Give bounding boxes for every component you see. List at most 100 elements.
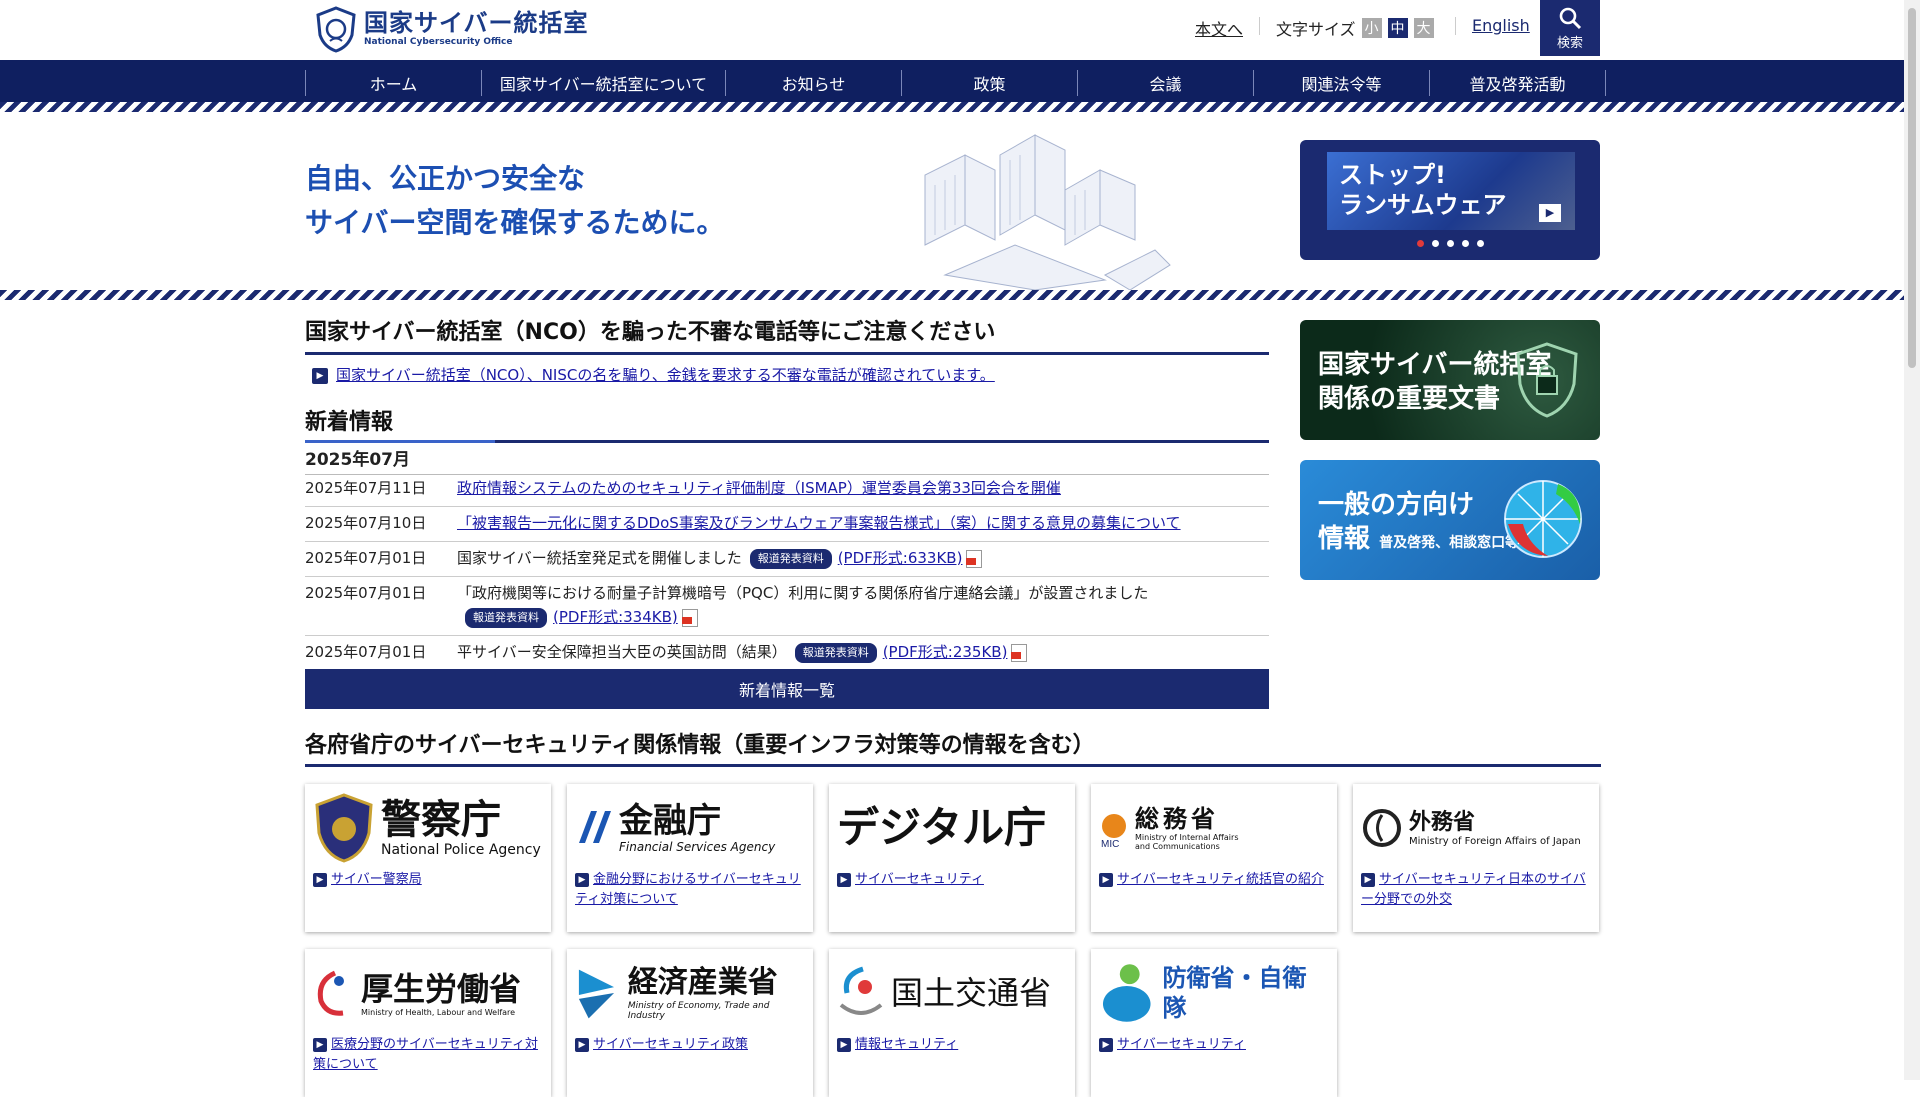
nav-home[interactable]: ホーム	[305, 70, 481, 96]
banner-slider[interactable]: ストップ! ランサムウェア ▶	[1300, 140, 1600, 260]
pdf-link[interactable]: (PDF形式:633KB)	[838, 549, 963, 567]
ministry-link[interactable]: ▶ サイバー警察局	[313, 870, 543, 890]
hero-line-2: サイバー空間を確保するために。	[305, 206, 725, 239]
pdf-icon	[966, 549, 983, 568]
ministry-card-meti[interactable]: 経済産業省 Ministry of Economy, Trade and Indu…	[567, 949, 813, 1097]
ministry-link-text[interactable]: サイバーセキュリティ	[855, 872, 984, 887]
ministry-link-text[interactable]: 情報セキュリティ	[855, 1037, 958, 1052]
ministry-link[interactable]: ▶ サイバーセキュリティ	[1099, 1035, 1329, 1055]
pdf-icon	[681, 608, 698, 627]
logo-en: Ministry of Internal Affairs and Communi…	[1135, 833, 1239, 851]
ministry-link[interactable]: ▶ 医療分野のサイバーセキュリティ対策について	[313, 1035, 543, 1075]
main-navigation: ホーム 国家サイバー統括室について お知らせ 政策 会議 関連法令等 普及啓発活…	[0, 60, 1904, 102]
ministry-link[interactable]: ▶ サイバーセキュリティ政策	[575, 1035, 805, 1055]
logo-ja: デジタル庁	[837, 803, 1047, 852]
search-button[interactable]: 検索	[1540, 0, 1600, 56]
hero-line-1: 自由、公正かつ安全な	[305, 162, 586, 195]
alert-link[interactable]: ▶ 国家サイバー統括室（NCO）、NISCの名を騙り、金銭を要求する不審な電話が確…	[312, 364, 995, 385]
globe-icon	[1504, 480, 1582, 558]
ministry-link-text[interactable]: サイバーセキュリティ日本のサイバー分野での外交	[1361, 872, 1586, 907]
fsa-logo-icon	[579, 811, 611, 843]
skip-to-content-link[interactable]: 本文へ	[1195, 16, 1243, 40]
nav-about[interactable]: 国家サイバー統括室について	[481, 70, 725, 96]
arrow-icon: ▶	[837, 872, 851, 887]
ministry-link[interactable]: ▶ 金融分野におけるサイバーセキュリティ対策について	[575, 870, 805, 910]
ministry-link[interactable]: ▶ サイバーセキュリティ	[837, 870, 1067, 890]
slider-dots	[1300, 240, 1600, 247]
ministry-card-fsa[interactable]: 金融庁 Financial Services Agency ▶ 金融分野におけるサイ…	[567, 784, 813, 932]
ministry-card-mofa[interactable]: 外務省 Ministry of Foreign Affairs of Japan …	[1353, 784, 1599, 932]
press-release-badge: 報道発表資料	[749, 548, 832, 569]
news-text: 平サイバー安全保障担当大臣の英国訪問（結果）	[457, 643, 787, 661]
slide-ransomware[interactable]: ストップ! ランサムウェア ▶	[1327, 152, 1575, 230]
arrow-icon: ▶	[313, 872, 327, 887]
arrow-icon: ▶	[313, 1037, 327, 1052]
ministry-card-mic[interactable]: MIC 総務省 Ministry of Internal Affairs and …	[1091, 784, 1337, 932]
news-link[interactable]: 政府情報システムのためのセキュリティ評価制度（ISMAP）運営委員会第33回会合…	[457, 479, 1061, 497]
nav-laws[interactable]: 関連法令等	[1253, 70, 1429, 96]
alert-link-text[interactable]: 国家サイバー統括室（NCO）、NISCの名を騙り、金銭を要求する不審な電話が確認…	[336, 366, 995, 384]
important-documents-banner[interactable]: 国家サイバー統括室 関係の重要文書	[1300, 320, 1600, 440]
logo-ja: 国家サイバー統括室	[364, 9, 589, 37]
slider-dot[interactable]	[1461, 240, 1469, 247]
arrow-icon: ▶	[575, 1037, 589, 1052]
arrow-icon: ▶	[312, 367, 328, 384]
news-link[interactable]: 「被害報告一元化に関するDDoS事案及びランサムウェア事案報告様式」（案）に関す…	[457, 514, 1181, 532]
play-icon[interactable]: ▶	[1539, 204, 1561, 222]
stripe-divider	[0, 102, 1904, 112]
page-scrollbar[interactable]	[1904, 0, 1920, 1080]
logo-en: Ministry of Health, Labour and Welfare	[361, 1007, 516, 1017]
ministry-card-police[interactable]: 警察庁 National Police Agency ▶ サイバー警察局	[305, 784, 551, 932]
mod-logo-icon	[1102, 964, 1151, 1022]
ministry-link-text[interactable]: サイバーセキュリティ政策	[593, 1037, 748, 1052]
nav-news[interactable]: お知らせ	[725, 70, 901, 96]
general-public-banner[interactable]: 一般の方向け 情報 普及啓発、相談窓口等	[1300, 460, 1600, 580]
mic-logo-icon: MIC	[1101, 814, 1126, 848]
news-text: 国家サイバー統括室発足式を開催しました	[457, 549, 742, 567]
site-logo[interactable]: 国家サイバー統括室 National Cybersecurity Office	[312, 5, 589, 53]
nav-awareness[interactable]: 普及啓発活動	[1429, 70, 1606, 96]
ministry-card-mlit[interactable]: 国土交通省 ▶ 情報セキュリティ	[829, 949, 1075, 1097]
meti-logo-icon	[578, 969, 615, 1019]
ministry-link[interactable]: ▶ 情報セキュリティ	[837, 1035, 1067, 1055]
news-date: 2025年07月01日	[305, 549, 427, 567]
font-size-small-button[interactable]: 小	[1361, 18, 1382, 38]
news-list: 2025年07月11日 政府情報システムのためのセキュリティ評価制度（ISMAP…	[305, 472, 1269, 671]
press-release-badge: 報道発表資料	[794, 642, 877, 663]
ministry-link-text[interactable]: サイバーセキュリティ統括官の紹介	[1117, 872, 1324, 887]
logo-ja: 外務省	[1409, 809, 1476, 835]
news-text: 「政府機関等における耐量子計算機暗号（PQC）利用に関する関係府省庁連絡会議」が…	[457, 584, 1149, 602]
news-more-button[interactable]: 新着情報一覧	[305, 669, 1269, 709]
font-size-label: 文字サイズ	[1276, 20, 1356, 39]
news-month: 2025年07月	[305, 445, 1269, 475]
ministry-card-mhlw[interactable]: 厚生労働省 Ministry of Health, Labour and Welf…	[305, 949, 551, 1097]
slider-dot[interactable]	[1476, 240, 1484, 247]
slider-dot[interactable]	[1416, 240, 1424, 247]
news-date: 2025年07月01日	[305, 643, 427, 661]
ministry-link[interactable]: ▶ サイバーセキュリティ統括官の紹介	[1099, 870, 1329, 890]
pdf-link[interactable]: (PDF形式:334KB)	[553, 608, 678, 626]
font-size-control: 文字サイズ 小 中 大	[1276, 16, 1434, 40]
ministry-link[interactable]: ▶ サイバーセキュリティ日本のサイバー分野での外交	[1361, 870, 1591, 910]
font-size-large-button[interactable]: 大	[1413, 18, 1434, 38]
ministry-link-text[interactable]: サイバー警察局	[331, 872, 422, 887]
logo-mark-icon	[316, 6, 356, 53]
ministry-link-text[interactable]: 金融分野におけるサイバーセキュリティ対策について	[575, 872, 801, 907]
stripe-divider	[0, 290, 1904, 300]
nav-meetings[interactable]: 会議	[1077, 70, 1253, 96]
slider-dot[interactable]	[1446, 240, 1454, 247]
ministry-link-text[interactable]: サイバーセキュリティ	[1117, 1037, 1246, 1052]
ministry-link-text[interactable]: 医療分野のサイバーセキュリティ対策について	[313, 1037, 538, 1072]
font-size-medium-button[interactable]: 中	[1387, 18, 1408, 38]
scrollbar-thumb[interactable]	[1908, 8, 1916, 368]
logo-en: National Cybersecurity Office	[364, 37, 513, 47]
ministry-card-digital[interactable]: デジタル庁 ▶ サイバーセキュリティ	[829, 784, 1075, 932]
logo-en: Ministry of Foreign Affairs of Japan	[1409, 835, 1581, 847]
arrow-icon: ▶	[1361, 872, 1375, 887]
ministry-card-mod[interactable]: 防衛省・自衛隊 ▶ サイバーセキュリティ	[1091, 949, 1337, 1097]
slider-dot[interactable]	[1431, 240, 1439, 247]
english-link[interactable]: English	[1472, 16, 1530, 35]
nav-policy[interactable]: 政策	[901, 70, 1077, 96]
pdf-link[interactable]: (PDF形式:235KB)	[883, 643, 1008, 661]
mlit-logo-icon	[839, 966, 883, 1015]
